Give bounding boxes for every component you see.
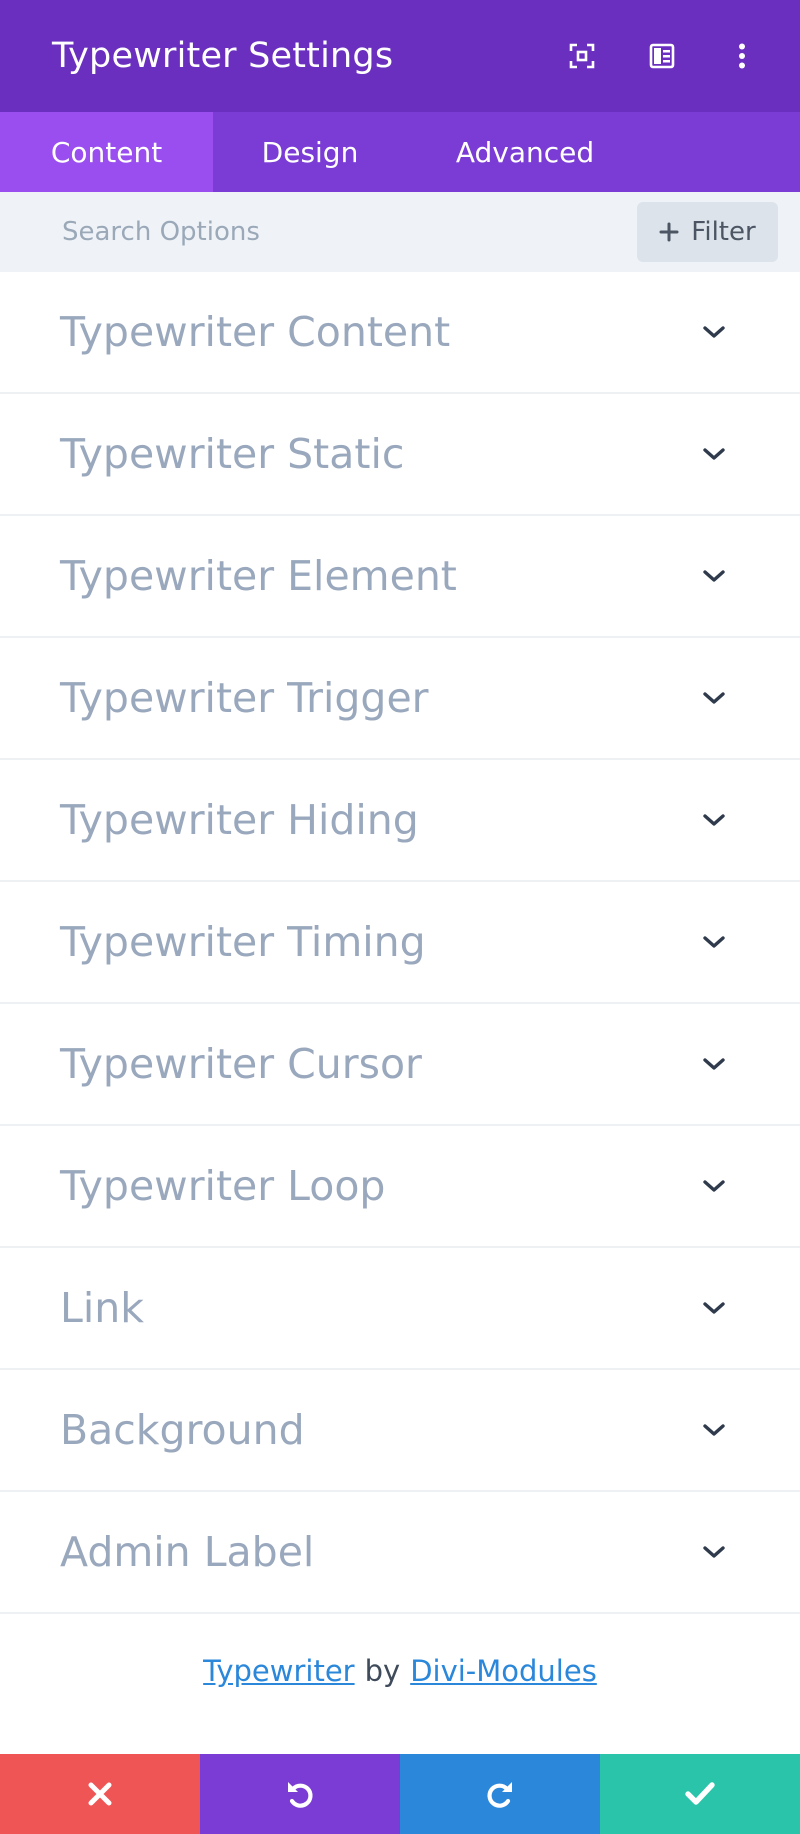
toggle-label: Typewriter Timing [60,918,426,966]
credits-by: by [364,1654,401,1688]
toggle-link[interactable]: Link [0,1248,800,1370]
chevron-down-icon [700,1172,728,1200]
toggle-label: Typewriter Cursor [60,1040,422,1088]
chevron-down-icon [700,806,728,834]
filter-label: Filter [691,217,756,247]
toggle-typewriter-trigger[interactable]: Typewriter Trigger [0,638,800,760]
plus-icon [659,222,679,242]
toggle-admin-label[interactable]: Admin Label [0,1492,800,1614]
close-icon [88,1782,112,1806]
redo-icon [487,1782,512,1808]
toggle-typewriter-loop[interactable]: Typewriter Loop [0,1126,800,1248]
toggle-typewriter-element[interactable]: Typewriter Element [0,516,800,638]
settings-toggles: Typewriter Content Typewriter Static Typ… [0,272,800,1614]
tab-content[interactable]: Content [0,112,213,192]
toggle-typewriter-cursor[interactable]: Typewriter Cursor [0,1004,800,1126]
toggle-label: Typewriter Loop [60,1162,386,1210]
chevron-down-icon [700,684,728,712]
toggle-label: Typewriter Trigger [60,674,429,722]
toggle-typewriter-static[interactable]: Typewriter Static [0,394,800,516]
chevron-down-icon [700,562,728,590]
module-credits: Typewriter by Divi-Modules [0,1614,800,1728]
search-bar: Filter [0,192,800,272]
toggle-typewriter-timing[interactable]: Typewriter Timing [0,882,800,1004]
expand-icon[interactable] [554,28,610,84]
module-link[interactable]: Typewriter [203,1654,354,1688]
toggle-label: Link [60,1284,144,1332]
toggle-label: Typewriter Element [60,552,457,600]
sidebar-icon[interactable] [634,28,690,84]
search-input[interactable] [60,216,637,248]
chevron-down-icon [700,928,728,956]
undo-button[interactable] [200,1754,400,1834]
redo-button[interactable] [400,1754,600,1834]
toggle-label: Typewriter Content [60,308,451,356]
toggle-label: Background [60,1406,305,1454]
chevron-down-icon [700,1294,728,1322]
chevron-down-icon [700,440,728,468]
tab-advanced[interactable]: Advanced [407,112,643,192]
filter-button[interactable]: Filter [637,202,778,262]
author-link[interactable]: Divi-Modules [410,1654,597,1688]
toggle-label: Typewriter Hiding [60,796,419,844]
modal-footer [0,1754,800,1834]
modal-title: Typewriter Settings [52,36,394,76]
toggle-label: Typewriter Static [60,430,405,478]
toggle-background[interactable]: Background [0,1370,800,1492]
tab-design[interactable]: Design [213,112,407,192]
more-icon[interactable] [714,28,770,84]
chevron-down-icon [700,318,728,346]
check-icon [685,1782,715,1805]
save-button[interactable] [600,1754,800,1834]
toggle-typewriter-content[interactable]: Typewriter Content [0,272,800,394]
toggle-label: Admin Label [60,1528,315,1576]
chevron-down-icon [700,1050,728,1078]
tab-bar: Content Design Advanced [0,112,800,192]
undo-icon [288,1782,313,1808]
chevron-down-icon [700,1416,728,1444]
discard-button[interactable] [0,1754,200,1834]
modal-header: Typewriter Settings [0,0,800,112]
toggle-typewriter-hiding[interactable]: Typewriter Hiding [0,760,800,882]
chevron-down-icon [700,1538,728,1566]
